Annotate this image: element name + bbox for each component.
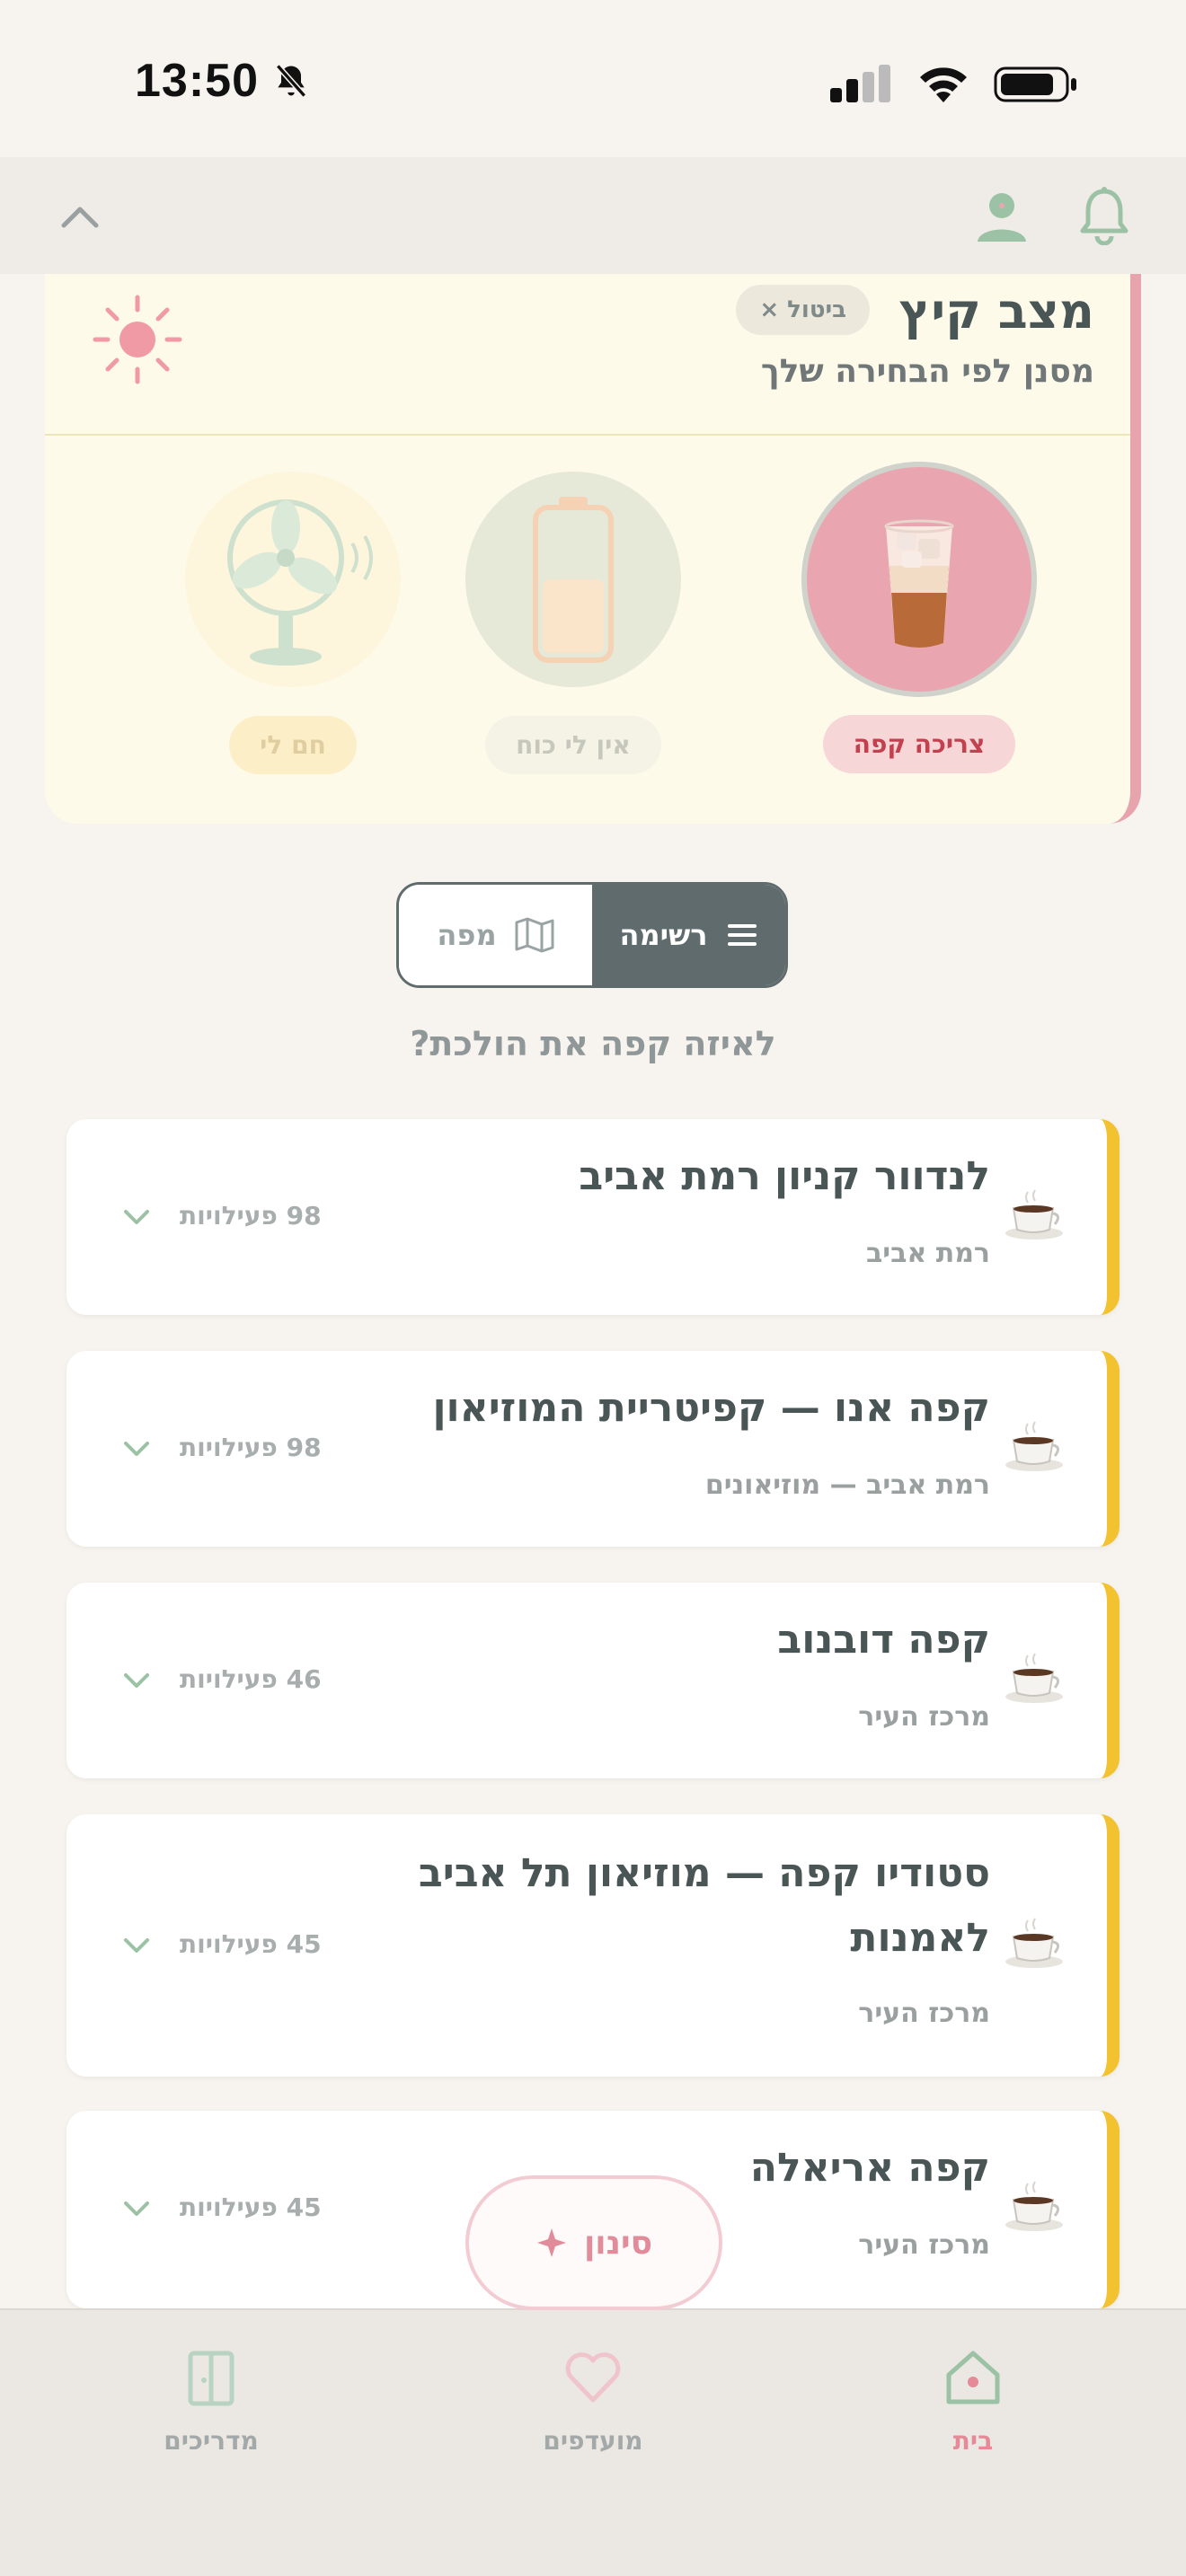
activity-count: 45 פעילויות [180, 2192, 322, 2222]
summer-mode-header: מצב קיץ ביטול × מסנן לפי הבחירה שלך [45, 274, 1130, 436]
chevron-down-icon[interactable] [120, 1935, 153, 1956]
notifications-button[interactable] [1073, 184, 1136, 247]
view-toggle: מפה רשימה [396, 882, 788, 988]
battery-illustration [465, 472, 681, 687]
home-icon [946, 2351, 1000, 2404]
cafe-name: לנדוור קניון רמת אביב [579, 1153, 990, 1199]
summer-mode-subtitle: מסנן לפי הבחירה שלך [760, 353, 1094, 390]
mood-label: חם לי [229, 716, 357, 774]
filter-button[interactable]: סינון [465, 2175, 722, 2310]
nav-label: בית [952, 2426, 994, 2456]
nav-label: מועדפים [543, 2426, 643, 2456]
sparkle-icon [536, 2228, 566, 2257]
mood-no-energy[interactable]: אין לי כוח [438, 472, 708, 774]
cafe-area: מרכז העיר [858, 1701, 990, 1733]
silent-bell-icon [275, 64, 307, 98]
cafe-name: קפה אנו — קפיטריית המוזיאון [432, 1385, 990, 1431]
cafe-area: מרכז העיר [858, 1998, 990, 2029]
battery-icon [994, 66, 1076, 102]
list-view-label: רשימה [619, 918, 708, 952]
cancel-summer-mode-button[interactable]: ביטול × [736, 285, 870, 335]
bell-icon [1080, 187, 1128, 245]
chevron-down-icon[interactable] [120, 1438, 153, 1460]
map-view-tab[interactable]: מפה [399, 885, 592, 985]
list-icon [727, 924, 757, 946]
list-view-tab[interactable]: רשימה [592, 885, 785, 985]
coffee-cup-icon [1005, 1189, 1063, 1239]
cafe-card[interactable]: קפה אנו — קפיטריית המוזיאון רמת אביב — מ… [66, 1351, 1120, 1547]
coffee-cup-icon [1005, 1653, 1063, 1703]
signal-icon [830, 65, 890, 102]
user-icon [978, 193, 1026, 242]
nav-favorites[interactable]: מועדפים [485, 2346, 701, 2456]
chevron-down-icon[interactable] [120, 2198, 153, 2219]
summer-mode-card: מצב קיץ ביטול × מסנן לפי הבחירה שלך צריכ… [45, 274, 1141, 824]
nav-home[interactable]: בית [865, 2346, 1081, 2456]
heart-icon [565, 2352, 621, 2403]
wifi-icon [920, 67, 967, 102]
mood-label: אין לי כוח [485, 716, 661, 774]
filter-label: סינון [583, 2224, 653, 2262]
coffee-cup-icon [1005, 2181, 1063, 2231]
iced-coffee-image [801, 462, 1037, 697]
status-time: 13:50 [135, 55, 259, 107]
list-question: לאיזה קפה את הולכת? [410, 1024, 776, 1063]
cafe-card[interactable]: קפה דובנוב מרכז העיר 46 פעילויות [66, 1583, 1120, 1778]
collapse-button[interactable] [49, 184, 111, 247]
summer-mode-title: מצב קיץ [898, 283, 1094, 340]
map-view-label: מפה [437, 918, 497, 952]
mood-label: צריכה קפה [822, 715, 1016, 773]
fan-illustration [185, 472, 401, 687]
coffee-cup-icon [1005, 1421, 1063, 1471]
nav-guides[interactable]: מדריכים [103, 2346, 319, 2456]
cafe-area: רמת אביב — מוזיאונים [704, 1469, 990, 1501]
cafe-card[interactable]: לנדוור קניון רמת אביב רמת אביב 98 פעילוי… [66, 1119, 1120, 1315]
bottom-navigation: בית מועדפים מדריכים [0, 2308, 1186, 2576]
top-bar [0, 157, 1186, 274]
mood-need-coffee[interactable]: צריכה קפה [784, 462, 1054, 773]
cafe-area: רמת אביב [866, 1238, 990, 1269]
activity-count: 98 פעילויות [180, 1201, 322, 1231]
activity-count: 46 פעילויות [180, 1664, 322, 1694]
status-bar: 13:50 [0, 0, 1186, 162]
activity-count: 98 פעילויות [180, 1433, 322, 1462]
chevron-down-icon[interactable] [120, 1670, 153, 1691]
profile-button[interactable] [970, 184, 1033, 247]
activity-count: 45 פעילויות [180, 1929, 322, 1959]
cafe-name: סטודיו קפה — מוזיאון תל אביב לאמנות [418, 1850, 990, 1961]
mood-feeling-hot[interactable]: חם לי [158, 472, 428, 774]
cafe-card[interactable]: סטודיו קפה — מוזיאון תל אביב לאמנות מרכז… [66, 1814, 1120, 2077]
map-icon [515, 917, 554, 953]
nav-label: מדריכים [164, 2426, 259, 2456]
sun-icon [93, 295, 182, 384]
guides-icon [188, 2351, 235, 2406]
chevron-up-icon [61, 207, 99, 228]
chevron-down-icon[interactable] [120, 1206, 153, 1228]
coffee-cup-icon [1005, 1918, 1063, 1968]
cafe-area: מרכז העיר [858, 2229, 990, 2261]
cafe-name: קפה דובנוב [777, 1617, 990, 1663]
